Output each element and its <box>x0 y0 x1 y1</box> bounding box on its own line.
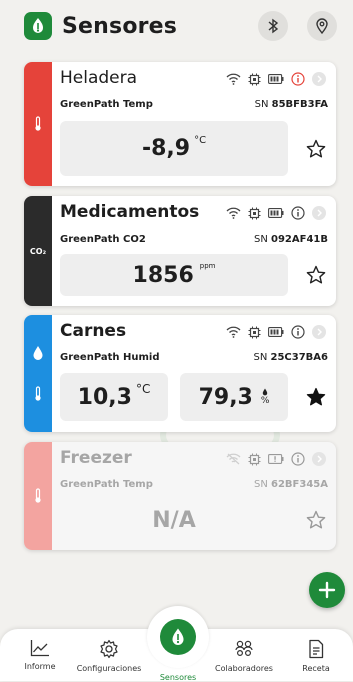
thermometer-icon <box>35 116 41 131</box>
sensor-card-freezer[interactable]: Freezer GreenPath Temp SN 62BF345A N/A <box>24 442 336 550</box>
sensor-card-heladera[interactable]: Heladera GreenPath Temp SN 85BFB3FA -8,9… <box>24 62 336 186</box>
nav-item-informe[interactable]: Informe <box>5 639 75 671</box>
chevron-right-icon[interactable] <box>312 72 326 86</box>
bluetooth-icon <box>268 18 279 34</box>
temperature-value: 10,3 <box>77 384 132 410</box>
sensor-stripe <box>24 62 52 186</box>
gear-icon <box>100 639 118 659</box>
sensor-unit: ppm <box>199 262 216 270</box>
droplet-icon <box>262 388 268 396</box>
sensor-name: Freezer <box>60 448 132 468</box>
location-pin-icon <box>316 18 328 34</box>
sensor-value-box: -8,9 °C <box>60 121 288 176</box>
humidity-value: 79,3 <box>198 384 253 410</box>
thermometer-icon <box>35 386 41 401</box>
sensor-model: GreenPath CO2 <box>60 234 146 245</box>
battery-icon <box>268 208 284 218</box>
plus-icon <box>318 581 336 599</box>
sensor-value-box: 1856 ppm <box>60 254 288 296</box>
nav-item-colaboradores[interactable]: Colaboradores <box>209 639 279 673</box>
sensor-serial: SN 85BFB3FA <box>254 99 328 110</box>
sensor-value: N/A <box>152 507 196 533</box>
info-alert-icon[interactable] <box>291 72 305 86</box>
temperature-unit: °C <box>135 382 151 396</box>
bluetooth-button[interactable] <box>258 11 288 41</box>
people-icon <box>235 640 253 657</box>
sensor-serial: SN 25C37BA6 <box>253 352 328 363</box>
info-icon[interactable] <box>291 325 305 339</box>
humidity-unit-group: % <box>260 388 270 406</box>
temperature-value-box: 10,3 °C <box>60 373 168 421</box>
wifi-icon <box>226 326 241 338</box>
sensor-model: GreenPath Humid <box>60 352 160 363</box>
battery-alert-icon <box>268 454 284 464</box>
app-logo-icon <box>24 12 52 40</box>
battery-icon <box>268 74 284 84</box>
nav-label: Configuraciones <box>76 664 142 673</box>
page-title: Sensores <box>62 13 178 39</box>
sensor-value: 1856 <box>132 262 194 288</box>
sensor-unit: °C <box>194 135 207 146</box>
sensor-card-carnes[interactable]: Carnes GreenPath Humid SN 25C37BA6 10,3 … <box>24 315 336 432</box>
chart-line-icon <box>30 640 49 657</box>
chevron-right-icon[interactable] <box>312 452 326 466</box>
sensor-value: -8,9 <box>141 136 191 161</box>
chip-icon <box>248 453 261 465</box>
sensor-model: GreenPath Temp <box>60 479 153 490</box>
sensor-status-icons <box>226 206 326 220</box>
droplet-icon <box>33 346 43 361</box>
app-screen: Sensores Heladera GreenPath Temp SN 85BF… <box>0 0 353 682</box>
favorite-star-icon[interactable] <box>306 510 326 530</box>
favorite-star-icon[interactable] <box>306 265 326 285</box>
nav-label: Colaboradores <box>215 664 273 673</box>
info-icon[interactable] <box>291 206 305 220</box>
humidity-value-box: 79,3 % <box>180 373 288 421</box>
header: Sensores <box>0 0 353 52</box>
chip-icon <box>248 207 261 219</box>
receipt-icon <box>309 639 324 659</box>
sensor-stripe <box>24 315 52 432</box>
nav-label: Informe <box>24 662 56 671</box>
sensor-card-medicamentos[interactable]: CO₂ Medicamentos GreenPath CO2 SN 092AF4… <box>24 196 336 306</box>
chip-icon <box>248 73 261 85</box>
sensor-serial: SN 092AF41B <box>254 234 328 245</box>
favorite-star-icon[interactable] <box>306 139 326 159</box>
sensor-stripe: CO₂ <box>24 196 52 306</box>
sensor-name: Medicamentos <box>60 202 200 222</box>
wifi-icon <box>226 73 241 85</box>
nav-item-sensores[interactable] <box>147 606 209 668</box>
sensor-stripe <box>24 442 52 550</box>
wifi-icon <box>226 207 241 219</box>
co2-icon: CO₂ <box>29 246 47 256</box>
chevron-right-icon[interactable] <box>312 325 326 339</box>
chip-icon <box>248 326 261 338</box>
nav-item-configuraciones[interactable]: Configuraciones <box>74 639 144 673</box>
add-sensor-button[interactable] <box>309 572 345 608</box>
nav-label: Receta <box>302 664 330 673</box>
humidity-unit: % <box>260 396 270 406</box>
sensor-name: Carnes <box>60 321 127 341</box>
nav-item-receta[interactable]: Receta <box>281 639 351 673</box>
sensor-status-icons <box>226 325 326 339</box>
sensor-model: GreenPath Temp <box>60 99 153 110</box>
chevron-right-icon[interactable] <box>312 206 326 220</box>
favorite-star-filled-icon[interactable] <box>306 387 326 407</box>
sensor-status-icons <box>226 72 326 86</box>
thermometer-icon <box>35 488 41 503</box>
sensor-serial: SN 62BF345A <box>254 479 328 490</box>
sensor-name: Heladera <box>60 68 138 88</box>
sensor-drop-icon <box>160 619 196 655</box>
battery-icon <box>268 327 284 337</box>
wifi-off-icon <box>226 453 241 465</box>
sensor-status-icons <box>226 452 326 466</box>
sensor-value-box: N/A <box>60 498 288 542</box>
info-icon[interactable] <box>291 452 305 466</box>
location-button[interactable] <box>307 11 337 41</box>
